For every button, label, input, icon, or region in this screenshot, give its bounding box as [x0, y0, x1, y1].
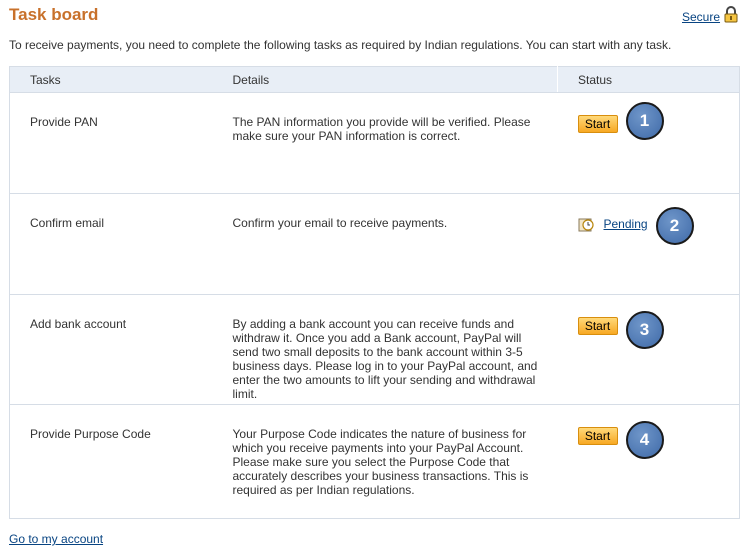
start-button[interactable]: Start — [577, 317, 618, 335]
table-row: Provide PAN The PAN information you prov… — [9, 92, 740, 194]
task-name: Add bank account — [9, 294, 213, 405]
table-row: Confirm email Confirm your email to rece… — [9, 193, 740, 295]
step-badge: 3 — [625, 311, 664, 349]
table-row: Provide Purpose Code Your Purpose Code i… — [9, 404, 740, 519]
table-row: Add bank account By adding a bank accoun… — [9, 294, 740, 405]
start-button[interactable]: Start — [577, 427, 618, 445]
go-to-account-link[interactable]: Go to my account — [9, 532, 103, 546]
start-button[interactable]: Start — [577, 115, 618, 133]
step-badge: 4 — [625, 421, 664, 459]
column-header-tasks: Tasks — [9, 66, 213, 93]
task-details: Your Purpose Code indicates the nature o… — [212, 404, 558, 519]
task-details: By adding a bank account you can receive… — [212, 294, 558, 405]
task-status: Start 4 — [557, 404, 740, 519]
task-details: Confirm your email to receive payments. — [212, 193, 558, 295]
column-header-status: Status — [557, 66, 740, 93]
task-status: Start 3 — [557, 294, 740, 405]
column-header-details: Details — [212, 66, 558, 93]
intro-text: To receive payments, you need to complet… — [9, 38, 672, 52]
task-name: Provide PAN — [9, 92, 213, 194]
task-name: Provide Purpose Code — [9, 404, 213, 519]
step-badge: 1 — [625, 102, 664, 140]
task-name: Confirm email — [9, 193, 213, 295]
task-status: Pending 2 — [557, 193, 740, 295]
step-badge: 2 — [655, 207, 694, 245]
lock-icon — [724, 6, 738, 23]
pending-link[interactable]: Pending — [604, 217, 648, 231]
secure-link[interactable]: Secure — [682, 10, 720, 24]
page-title: Task board — [9, 5, 99, 24]
task-status: Start 1 — [557, 92, 740, 194]
clock-icon — [578, 218, 594, 232]
table-header-row: Tasks Details Status — [9, 66, 740, 93]
task-table: Tasks Details Status Provide PAN The PAN… — [9, 66, 740, 519]
task-details: The PAN information you provide will be … — [212, 92, 558, 194]
